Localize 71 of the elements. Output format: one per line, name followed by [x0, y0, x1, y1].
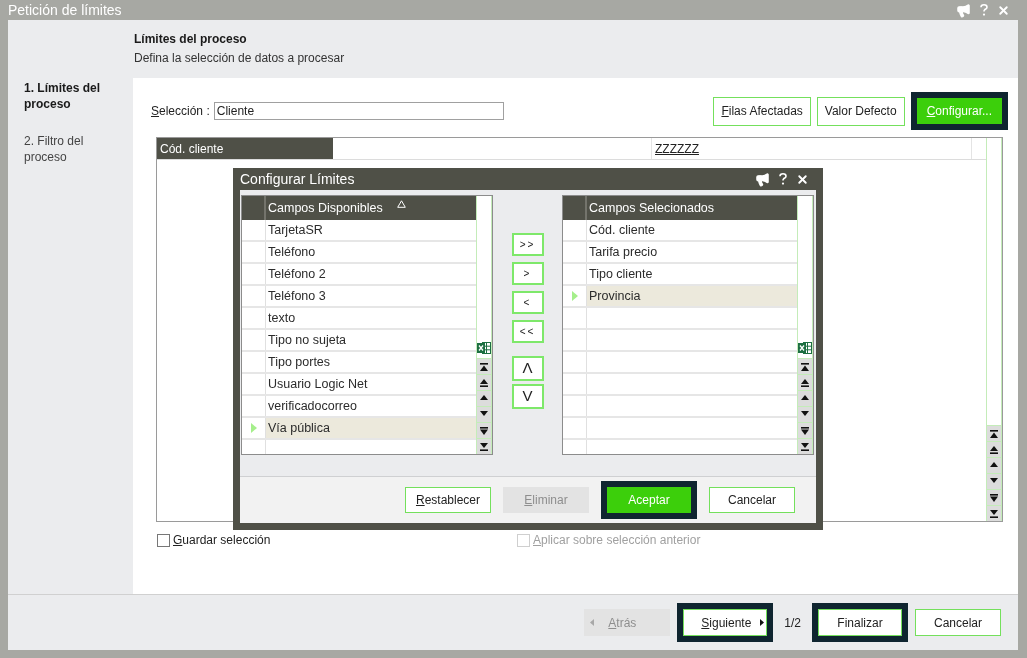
scroll-button[interactable]	[477, 438, 491, 454]
selection-field[interactable]: Cliente	[213, 102, 504, 120]
up-triangle-bar-icon	[990, 445, 998, 454]
bar-up-triangle-icon	[480, 362, 488, 371]
list-item[interactable]: Provincia	[587, 286, 797, 306]
toolbar-button[interactable]: Valor Defecto	[816, 96, 905, 126]
dialog-title: Configurar Límites	[240, 169, 355, 189]
move-button[interactable]: >>	[511, 233, 544, 256]
footer-button[interactable]: Finalizar	[812, 603, 908, 642]
field-label: Selección :	[151, 103, 210, 120]
checkbox[interactable]	[157, 533, 170, 547]
down-triangle-bar-icon	[990, 509, 998, 518]
scroll-button[interactable]	[798, 390, 812, 406]
up-triangle-icon	[990, 461, 998, 470]
scroll-button[interactable]	[477, 390, 491, 406]
move-button[interactable]: V	[511, 384, 544, 409]
move-button[interactable]: Λ	[511, 356, 544, 381]
bar-up-triangle-icon	[990, 429, 998, 438]
dialog-button[interactable]: Restablecer	[405, 487, 491, 513]
down-triangle-bar-icon	[801, 442, 809, 451]
help-icon[interactable]	[779, 173, 787, 185]
scroll-button[interactable]	[987, 489, 1001, 505]
scroll-button[interactable]	[477, 406, 491, 422]
table-cell: ZZZZZZ	[652, 138, 972, 159]
wizard-step: 1. Límites del proceso	[24, 80, 124, 112]
scroll-button[interactable]	[987, 457, 1001, 473]
footer-button[interactable]: Cancelar	[915, 609, 1001, 636]
left-triangle-icon	[590, 619, 595, 626]
bar-down-triangle-icon	[480, 426, 488, 435]
move-button[interactable]: <	[511, 291, 544, 314]
close-icon[interactable]	[796, 172, 809, 186]
scroll-button[interactable]	[798, 406, 812, 422]
window-title: Petición de límites	[8, 0, 122, 20]
scroll-button[interactable]	[987, 425, 1001, 441]
scroll-button[interactable]	[798, 374, 812, 390]
column-title: Campos Disponibles	[268, 199, 383, 217]
scroll-button[interactable]	[477, 358, 491, 374]
bar-down-triangle-icon	[990, 493, 998, 502]
field-cell: Cód. cliente	[157, 138, 333, 159]
scroll-button[interactable]	[798, 438, 812, 454]
right-triangle-icon	[760, 619, 765, 626]
page-title: Límites del proceso	[134, 32, 247, 46]
spreadsheet-icon[interactable]	[798, 341, 812, 355]
page-indicator: 1/2	[783, 614, 802, 632]
bar-up-triangle-icon	[801, 362, 809, 371]
scroll-button[interactable]	[987, 441, 1001, 457]
move-button[interactable]: >	[511, 262, 544, 285]
megaphone-icon[interactable]	[755, 171, 770, 187]
page-subtitle: Defina la selección de datos a procesar	[134, 51, 345, 65]
column-title: Campos Selecionados	[589, 199, 715, 217]
scroll-button[interactable]	[798, 358, 812, 374]
up-triangle-bar-icon	[801, 378, 809, 387]
spreadsheet-icon[interactable]	[477, 341, 491, 355]
scroll-button[interactable]	[987, 505, 1001, 521]
bar-down-triangle-icon	[801, 426, 809, 435]
toolbar-button[interactable]: Filas Afectadas	[713, 96, 811, 126]
up-triangle-icon	[480, 394, 488, 403]
wizard-step: 2. Filtro del proceso	[24, 133, 124, 165]
scroll-button[interactable]	[798, 422, 812, 438]
next-button[interactable]: Siguiente	[677, 603, 774, 642]
scroll-button[interactable]	[987, 473, 1001, 489]
down-triangle-bar-icon	[480, 442, 488, 451]
up-triangle-bar-icon	[480, 378, 488, 387]
checkbox-label: Aplicar sobre selección anterior	[533, 532, 701, 549]
dialog-button[interactable]: Cancelar	[709, 487, 795, 513]
move-button[interactable]: <<	[511, 320, 544, 343]
list-item[interactable]: Vía pública	[266, 418, 476, 438]
checkbox-label: Guardar selección	[173, 532, 271, 549]
up-triangle-icon	[801, 394, 809, 403]
scroll-button[interactable]	[477, 374, 491, 390]
scroll-button[interactable]	[477, 422, 491, 438]
